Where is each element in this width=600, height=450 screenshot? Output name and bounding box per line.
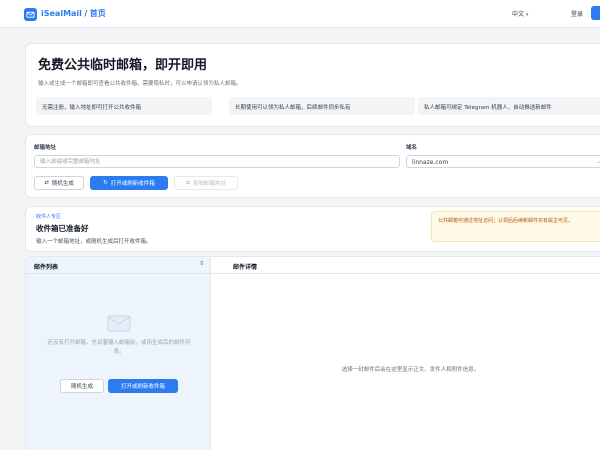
list-refresh-icon[interactable]: ⇕ xyxy=(199,260,204,267)
open-inbox-button[interactable]: ↻ 打开或刷新收件箱 xyxy=(90,176,168,190)
address-label: 邮箱地址 xyxy=(34,145,57,151)
privacy-notice: 公共邮箱可通过地址访问；认领后后续新邮件仅有属主可见。 xyxy=(431,211,600,242)
chevron-down-icon: ⌄ xyxy=(595,158,600,165)
mail-detail-empty-text: 选择一封邮件后会在这里显示正文、发件人和附件信息。 xyxy=(341,367,480,373)
refresh-icon: ↻ xyxy=(103,180,108,186)
mail-list-empty-text: 还没有打开邮箱，先试着输入邮箱前，或用生成后的邮件列表。 xyxy=(47,340,191,355)
feature-chip-public: 无需注册，输入地址即可打开公共收件箱 xyxy=(36,97,212,115)
envelope-icon xyxy=(107,315,131,332)
top-nav: iSealMail / 首页 中文 ▾ 登录 xyxy=(0,0,600,28)
brand-name: iSealMail xyxy=(41,9,82,18)
page-title: 免费公共临时邮箱，即开即用 xyxy=(38,58,208,73)
list-open-inbox-button[interactable]: 打开或刷新收件箱 xyxy=(108,379,178,393)
logo-icon[interactable] xyxy=(24,8,37,21)
random-generate-label: 随机生成 xyxy=(51,181,74,187)
copy-icon: ⧉ xyxy=(186,179,190,186)
mail-detail-title: 邮件详情 xyxy=(233,264,258,271)
feature-chip-telegram: 私人邮箱可绑定 Telegram 机器人，自动推送新邮件 xyxy=(418,97,600,115)
mail-list-panel: 邮件列表 ⇕ 还没有打开邮箱，先试着输入邮箱前，或用生成后的邮件列表。 随机生成… xyxy=(25,256,212,450)
domain-value: linnaze.com xyxy=(412,159,449,166)
language-label: 中文 xyxy=(512,11,525,18)
list-random-button[interactable]: 随机生成 xyxy=(60,379,104,393)
brand-breadcrumb[interactable]: iSealMail / 首页 xyxy=(41,8,106,19)
feature-chip-claim: 长期使用可认领为私人邮箱，后续邮件同步私有 xyxy=(229,97,415,115)
hero-card: 免费公共临时邮箱，即开即用 输入或生成一个邮箱即可查看公共收件箱。需要隐私时，可… xyxy=(25,43,600,127)
domain-select[interactable]: linnaze.com ⌄ xyxy=(406,155,600,168)
copy-address-button[interactable]: ⧉ 复制邮箱地址 xyxy=(174,176,238,190)
language-select[interactable]: 中文 ▾ xyxy=(512,9,529,18)
chevron-down-icon: ▾ xyxy=(526,12,529,18)
header-action-button[interactable] xyxy=(591,6,600,20)
random-generate-button[interactable]: ⇄ 随机生成 xyxy=(34,176,84,190)
mailbox-form: 邮箱地址 域名 linnaze.com ⌄ ⇄随机生成 ↻打开或刷新收件箱 ⧉复… xyxy=(25,134,600,198)
mail-list-header: 邮件列表 ⇕ xyxy=(26,257,212,274)
mail-list-title: 邮件列表 xyxy=(34,264,59,271)
domain-label: 域名 xyxy=(406,145,418,151)
mail-detail-header: 邮件详情 xyxy=(211,257,600,274)
copy-address-label: 复制邮箱地址 xyxy=(192,181,226,187)
mail-detail-panel: 邮件详情 选择一封邮件后会在这里显示正文、发件人和附件信息。 xyxy=(211,256,600,450)
breadcrumb-separator: / xyxy=(81,9,90,18)
inbox-title: 收件箱已准备好 xyxy=(36,224,89,233)
open-inbox-label: 打开或刷新收件箱 xyxy=(110,181,155,187)
login-link[interactable]: 登录 xyxy=(571,9,583,18)
breadcrumb-home: 首页 xyxy=(89,9,106,18)
address-input[interactable] xyxy=(34,155,400,168)
page-subtitle: 输入或生成一个邮箱即可查看公共收件箱。需要隐私时，可以申请认领为私人邮箱。 xyxy=(38,81,242,87)
inbox-subtitle: 输入一个邮箱地址，或随机生成后打开收件箱。 xyxy=(36,239,152,245)
inbox-status-card: 收件人专区 收件箱已准备好 输入一个邮箱地址，或随机生成后打开收件箱。 公共邮箱… xyxy=(25,206,600,252)
shuffle-icon: ⇄ xyxy=(44,180,49,186)
zone-tag: 收件人专区 xyxy=(36,214,62,220)
